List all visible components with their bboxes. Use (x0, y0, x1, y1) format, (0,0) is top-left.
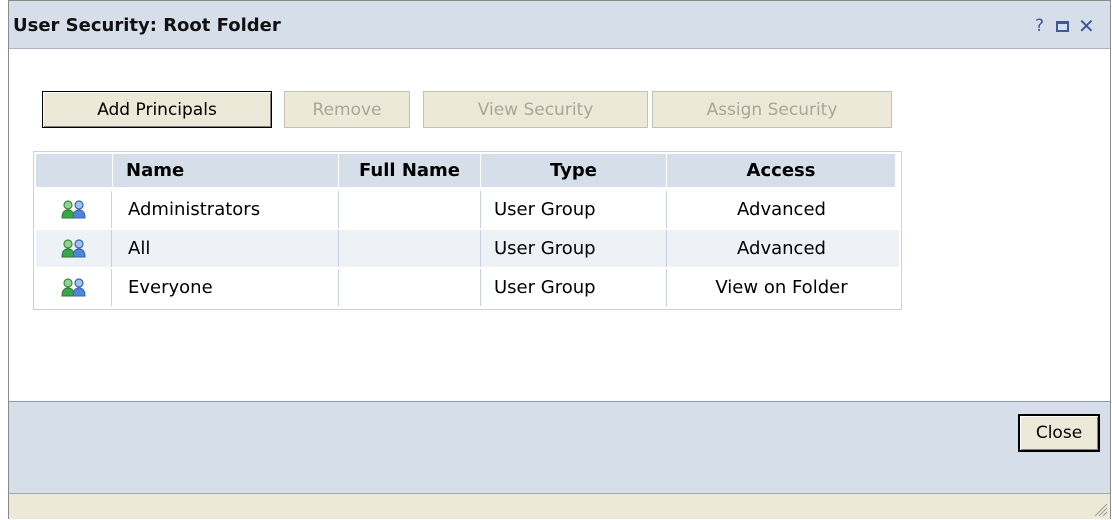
row-access: Advanced (737, 199, 826, 220)
header-icon-col (36, 154, 112, 187)
status-bar (9, 493, 1110, 519)
view-security-button[interactable]: View Security (423, 91, 648, 128)
close-icon[interactable]: ✕ (1078, 14, 1095, 38)
dialog-title-bar[interactable]: User Security: Root Folder ? ✕ (9, 1, 1110, 49)
close-button[interactable]: Close (1018, 414, 1100, 452)
maximize-icon[interactable] (1056, 21, 1069, 32)
header-type[interactable]: Type (481, 154, 666, 187)
assign-security-button[interactable]: Assign Security (652, 91, 892, 128)
user-group-icon (36, 269, 112, 306)
row-name: Everyone (113, 269, 339, 306)
header-access[interactable]: Access (667, 154, 895, 187)
row-type: User Group (481, 230, 667, 267)
user-security-dialog: User Security: Root Folder ? ✕ Add Princ… (8, 0, 1111, 519)
resize-grip-icon[interactable] (1092, 501, 1108, 517)
row-name: All (113, 230, 339, 267)
help-icon[interactable]: ? (1035, 16, 1044, 36)
row-full-name (339, 269, 481, 306)
dialog-footer (9, 401, 1110, 493)
user-group-icon (36, 191, 112, 228)
row-name: Administrators (113, 191, 339, 228)
header-full-name[interactable]: Full Name (339, 154, 480, 187)
row-type: User Group (481, 191, 667, 228)
row-access: View on Folder (715, 277, 848, 298)
header-name[interactable]: Name (113, 154, 338, 187)
principals-table: Name Full Name Type Access Administrator… (33, 151, 902, 310)
dialog-title: User Security: Root Folder (13, 15, 281, 36)
row-full-name (339, 191, 481, 228)
user-group-icon (36, 230, 112, 267)
row-full-name (339, 230, 481, 267)
row-access: Advanced (737, 238, 826, 259)
row-type: User Group (481, 269, 667, 306)
add-principals-button[interactable]: Add Principals (42, 91, 272, 128)
remove-button[interactable]: Remove (284, 91, 410, 128)
